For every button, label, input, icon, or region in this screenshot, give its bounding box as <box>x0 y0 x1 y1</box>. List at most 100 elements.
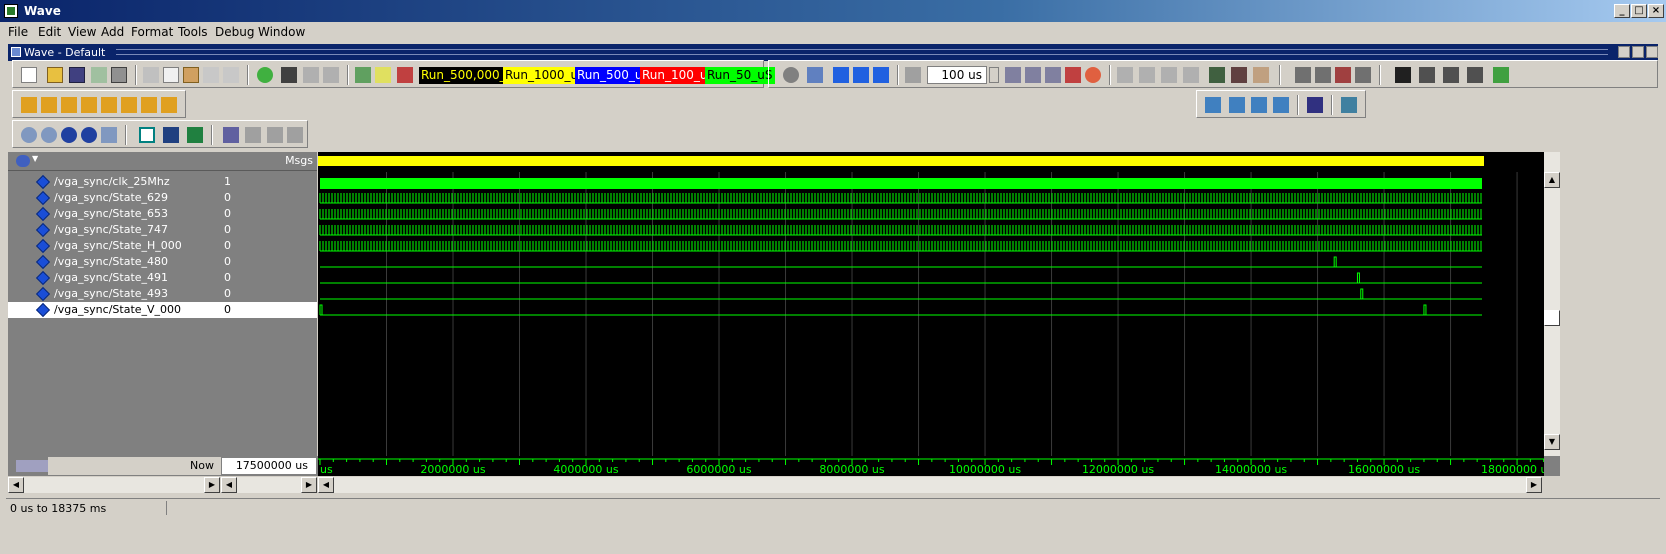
menu-tools[interactable]: Tools <box>178 25 208 39</box>
instance-icon[interactable] <box>16 155 30 167</box>
right-arrow-icon[interactable] <box>873 67 889 83</box>
wave-insert-icon[interactable] <box>1229 97 1245 113</box>
run-all-icon[interactable] <box>1045 67 1061 83</box>
minimize-button[interactable]: _ <box>1614 4 1630 18</box>
delete-cursor-icon[interactable] <box>41 97 57 113</box>
prev-change-icon[interactable] <box>141 97 157 113</box>
grid-toggle-icon[interactable] <box>223 127 239 143</box>
scroll-thumb[interactable] <box>1544 310 1560 326</box>
signal-row[interactable]: /vga_sync/State_H_000 <box>8 238 221 254</box>
up-arrow-icon[interactable] <box>833 67 849 83</box>
signal-row[interactable]: /vga_sync/State_491 <box>8 270 221 286</box>
edge-both-icon[interactable] <box>287 127 303 143</box>
wave-delete-icon[interactable] <box>1273 97 1289 113</box>
grid-icon[interactable] <box>303 67 319 83</box>
edge-right-icon[interactable] <box>267 127 283 143</box>
edit-mode-icon[interactable] <box>1467 67 1483 83</box>
select-mode-icon[interactable] <box>163 127 179 143</box>
save-icon[interactable] <box>69 67 85 83</box>
prev-edge-icon[interactable] <box>61 97 77 113</box>
wave-scroll-left[interactable]: ◀ <box>318 477 334 493</box>
maximize-button[interactable]: □ <box>1631 4 1647 18</box>
new-icon[interactable] <box>21 67 37 83</box>
restart-icon[interactable] <box>1085 67 1101 83</box>
add-cursor-icon[interactable] <box>21 97 37 113</box>
hierarchy-icon[interactable] <box>323 67 339 83</box>
subwindow-close-button[interactable] <box>1646 46 1658 58</box>
value-hscroll[interactable]: ◀ ▶ <box>221 477 317 493</box>
undock-button[interactable] <box>1618 46 1630 58</box>
copy-icon[interactable] <box>163 67 179 83</box>
cursor-mode-icon[interactable] <box>139 127 155 143</box>
signal-row[interactable]: /vga_sync/clk_25Mhz <box>8 174 221 190</box>
wave-format-icon[interactable] <box>1341 97 1357 113</box>
rising-edge-icon[interactable] <box>121 97 137 113</box>
menu-add[interactable]: Add <box>101 25 124 39</box>
edge-left-icon[interactable] <box>245 127 261 143</box>
menu-file[interactable]: File <box>8 25 28 39</box>
columns-icon[interactable] <box>1355 67 1371 83</box>
step-into-icon[interactable] <box>1117 67 1133 83</box>
scroll-down-button[interactable]: ▼ <box>1544 434 1560 450</box>
run-length-spinner[interactable] <box>989 67 999 83</box>
step-menu-icon[interactable] <box>1183 67 1199 83</box>
pan-icon[interactable] <box>1443 67 1459 83</box>
run-50-button[interactable]: Run_50_uS <box>705 67 775 84</box>
zoom-area-icon[interactable] <box>101 127 117 143</box>
zoom-full-icon[interactable] <box>61 127 77 143</box>
table-icon[interactable] <box>1315 67 1331 83</box>
signal-row[interactable]: /vga_sync/State_747 <box>8 222 221 238</box>
name-scroll-left[interactable]: ◀ <box>8 477 24 493</box>
zoom-out-icon[interactable] <box>41 127 57 143</box>
zoom-cursor-icon[interactable] <box>81 127 97 143</box>
run-length-field[interactable]: 100 us <box>927 66 987 84</box>
pointer-icon[interactable] <box>1395 67 1411 83</box>
add-wave-icon[interactable] <box>257 67 273 83</box>
falling-edge-icon[interactable] <box>101 97 117 113</box>
stoplight-icon[interactable] <box>1493 67 1509 83</box>
zoom-mode-icon[interactable] <box>1419 67 1435 83</box>
step-icon[interactable] <box>807 67 823 83</box>
menu-format[interactable]: Format <box>131 25 173 39</box>
reload-icon[interactable] <box>91 67 107 83</box>
break-sim-icon[interactable] <box>1065 67 1081 83</box>
run-icon[interactable] <box>1005 67 1021 83</box>
split-icon[interactable] <box>1307 97 1323 113</box>
signal-row[interactable]: /vga_sync/State_629 <box>8 190 221 206</box>
signal-row[interactable]: /vga_sync/State_480 <box>8 254 221 270</box>
menu-edit[interactable]: Edit <box>38 25 61 39</box>
memory-icon[interactable] <box>1209 67 1225 83</box>
value-scroll-left[interactable]: ◀ <box>221 477 237 493</box>
wave-hscroll[interactable]: ◀ ▶ <box>318 477 1542 493</box>
find-icon[interactable] <box>281 67 297 83</box>
menu-window[interactable]: Window <box>258 25 305 39</box>
simulate-icon[interactable] <box>375 67 391 83</box>
continue-icon[interactable] <box>1025 67 1041 83</box>
dataflow-icon[interactable] <box>1231 67 1247 83</box>
name-scroll-right[interactable]: ▶ <box>204 477 220 493</box>
open-icon[interactable] <box>47 67 63 83</box>
signal-row[interactable]: /vga_sync/State_V_000 <box>8 302 221 318</box>
settings-icon[interactable] <box>1335 67 1351 83</box>
step-out-icon[interactable] <box>1161 67 1177 83</box>
stop-icon[interactable] <box>783 67 799 83</box>
step-over-icon[interactable] <box>1139 67 1155 83</box>
cut-icon[interactable] <box>143 67 159 83</box>
break-icon[interactable] <box>397 67 413 83</box>
redo-icon[interactable] <box>223 67 239 83</box>
cursor-time[interactable]: 17500000 us <box>221 457 317 475</box>
signal-row[interactable]: /vga_sync/State_493 <box>8 286 221 302</box>
cursor-tools-icon[interactable] <box>16 460 48 472</box>
signal-row[interactable]: /vga_sync/State_653 <box>8 206 221 222</box>
print-icon[interactable] <box>111 67 127 83</box>
undo-icon[interactable] <box>203 67 219 83</box>
hand-icon[interactable] <box>1253 67 1269 83</box>
waveform-canvas[interactable] <box>318 152 1544 456</box>
paste-icon[interactable] <box>183 67 199 83</box>
scroll-up-button[interactable]: ▲ <box>1544 172 1560 188</box>
wave-add-icon[interactable] <box>1205 97 1221 113</box>
wave-scroll-right[interactable]: ▶ <box>1526 477 1542 493</box>
name-hscroll[interactable]: ◀ ▶ <box>8 477 220 493</box>
menu-debug[interactable]: Debug <box>215 25 254 39</box>
close-button[interactable]: × <box>1648 4 1664 18</box>
